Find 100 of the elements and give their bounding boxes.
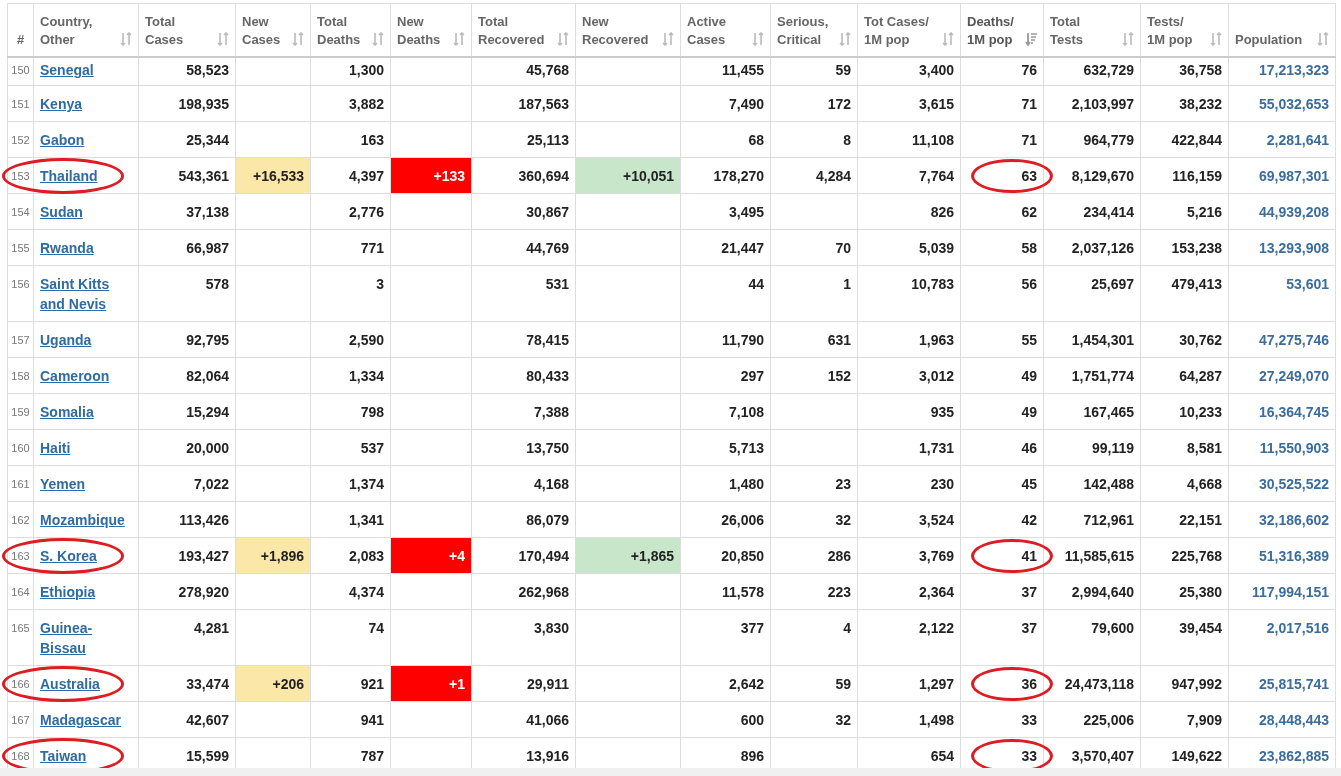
table-cell: 11,790 <box>721 332 764 348</box>
table-cell: 49 <box>1021 368 1037 384</box>
table-cell: 193,427 <box>178 548 229 564</box>
table-cell: 230 <box>930 476 954 492</box>
table-cell: 13,916 <box>526 748 569 764</box>
table-cell: 787 <box>360 748 384 764</box>
table-cell: 1,498 <box>918 712 954 728</box>
table-cell: 921 <box>360 676 384 692</box>
table-cell: 22,151 <box>1179 512 1222 528</box>
row-number: 156 <box>11 278 30 290</box>
table-cell: 10,233 <box>1179 404 1222 420</box>
table-cell: 26,006 <box>721 512 764 528</box>
table-cell: +16,533 <box>253 168 304 184</box>
table-cell: 92,795 <box>186 332 229 348</box>
row-number: 154 <box>11 206 30 218</box>
row-number: 161 <box>11 478 30 490</box>
column-header[interactable]: New Deaths <box>390 3 472 57</box>
column-header[interactable]: Country, Other <box>33 3 139 57</box>
table-cell: 798 <box>360 404 384 420</box>
table-cell: 15,294 <box>186 404 229 420</box>
table-cell: 30,762 <box>1179 332 1222 348</box>
table-cell: +1 <box>449 676 465 692</box>
table-cell: 149,622 <box>1171 748 1222 764</box>
table-cell: 2,281,641 <box>1266 132 1329 148</box>
table-cell: 44,939,208 <box>1258 204 1329 220</box>
table-cell: 70 <box>835 240 851 256</box>
table-cell: 234,414 <box>1083 204 1134 220</box>
table-cell: 78,415 <box>526 332 569 348</box>
sort-icon <box>839 32 851 46</box>
column-header[interactable]: Total Cases <box>138 3 236 57</box>
table-cell: 76 <box>1021 62 1037 78</box>
table-cell: 8,129,670 <box>1071 168 1134 184</box>
table-cell: 7,764 <box>918 168 954 184</box>
table-cell: 422,844 <box>1171 132 1222 148</box>
row-number: 166 <box>11 678 30 690</box>
table-cell: 33 <box>1021 748 1037 764</box>
table-cell: 531 <box>545 276 569 292</box>
column-header[interactable]: Active Cases <box>680 3 771 57</box>
table-cell: 4,284 <box>815 168 851 184</box>
table-cell: 479,413 <box>1171 276 1222 292</box>
table-cell: 142,488 <box>1083 476 1134 492</box>
table-cell: 32 <box>835 512 851 528</box>
column-header[interactable]: New Cases <box>235 3 311 57</box>
table-cell: 13,750 <box>526 440 569 456</box>
table-cell: 935 <box>930 404 954 420</box>
row-number: 155 <box>11 242 30 254</box>
table-cell: 30,525,522 <box>1258 476 1329 492</box>
column-header[interactable]: Population <box>1228 3 1336 57</box>
column-header[interactable]: New Recovered <box>575 3 681 57</box>
table-cell: 2,776 <box>348 204 384 220</box>
column-header[interactable]: Total Deaths <box>310 3 391 57</box>
table-cell: 600 <box>740 712 764 728</box>
table-cell: 49 <box>1021 404 1037 420</box>
row-number: 167 <box>11 714 30 726</box>
table-cell: 21,447 <box>721 240 764 256</box>
table-cell: 360,694 <box>518 168 569 184</box>
table-cell: 631 <box>827 332 851 348</box>
column-header[interactable]: Serious, Critical <box>770 3 858 57</box>
table-cell: 1,297 <box>918 676 954 692</box>
table-cell: 3,495 <box>728 204 764 220</box>
column-header[interactable]: Total Recovered <box>471 3 576 57</box>
table-cell: 28,448,443 <box>1258 712 1329 728</box>
sort-icon <box>217 32 229 46</box>
column-header[interactable]: Deaths/ 1M pop <box>960 3 1044 57</box>
table-cell: 46 <box>1021 440 1037 456</box>
table-cell: 30,867 <box>526 204 569 220</box>
table-cell: 578 <box>205 276 229 292</box>
table-cell: 198,935 <box>178 96 229 112</box>
table-cell: 8,581 <box>1186 440 1222 456</box>
column-header[interactable]: Total Tests <box>1043 3 1141 57</box>
table-cell: 167,465 <box>1083 404 1134 420</box>
row-number: 160 <box>11 442 30 454</box>
table-cell: 74 <box>368 620 384 636</box>
table-cell: 71 <box>1021 132 1037 148</box>
table-cell: 23,862,885 <box>1258 748 1329 764</box>
row-number: 153 <box>11 170 30 182</box>
table-cell: 654 <box>930 748 954 764</box>
column-header[interactable]: Tests/ 1M pop <box>1140 3 1229 57</box>
table-cell: 42,607 <box>186 712 229 728</box>
table-cell: 80,433 <box>526 368 569 384</box>
table-cell: 11,455 <box>721 62 764 78</box>
sort-icon <box>752 32 764 46</box>
table-cell: 58 <box>1021 240 1037 256</box>
table-cell: 86,079 <box>526 512 569 528</box>
table-cell: 55 <box>1021 332 1037 348</box>
table-cell: 16,364,745 <box>1258 404 1329 420</box>
table-cell: 1,341 <box>348 512 384 528</box>
table-cell: 152 <box>827 368 851 384</box>
table-cell: 4,168 <box>533 476 569 492</box>
table-cell: 3,769 <box>918 548 954 564</box>
table-cell: +1,896 <box>260 548 304 564</box>
table-cell: +133 <box>433 168 465 184</box>
table-cell: 1,454,301 <box>1071 332 1134 348</box>
table-cell: 7,022 <box>193 476 229 492</box>
column-header[interactable]: Tot Cases/ 1M pop <box>857 3 961 57</box>
row-number: 150 <box>11 64 30 76</box>
table-cell: 1,751,774 <box>1071 368 1134 384</box>
table-cell: 297 <box>740 368 764 384</box>
column-header[interactable]: # <box>7 3 34 57</box>
table-cell: 29,911 <box>526 676 569 692</box>
